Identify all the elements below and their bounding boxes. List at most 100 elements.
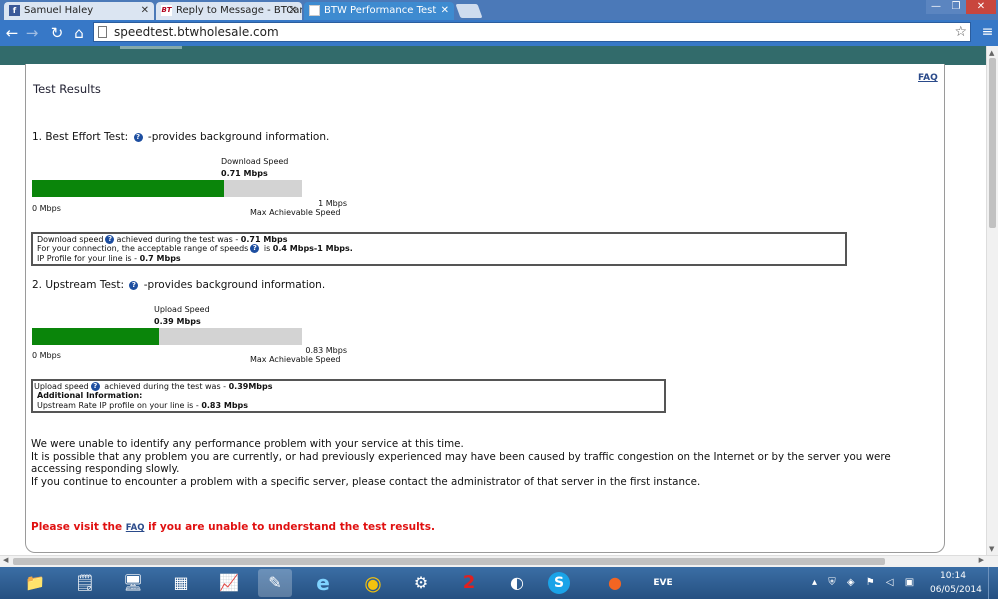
download-min-label: 0 Mbps [32,204,61,213]
clock-time[interactable]: 10:14 [940,571,966,581]
page-icon [309,5,320,16]
clock-date[interactable]: 06/05/2014 [930,585,982,595]
media-player-icon[interactable]: ◐ [500,569,534,597]
monitor-app-icon[interactable]: 📈 [212,569,246,597]
game-2-icon[interactable]: 2 [452,569,486,597]
page-title: Test Results [33,82,101,96]
info-line-upstream-profile: Upstream Rate IP profile on your line is… [34,401,660,410]
info-value: 0.7 Mbps [139,253,181,263]
steam-icon[interactable]: ⚙ [404,569,438,597]
bt-icon: BT [161,5,172,16]
upload-max-label: Max Achievable Speed [250,355,341,364]
horizontal-scrollbar[interactable]: ◀ ▶ [0,555,998,567]
site-header-strip [0,46,986,65]
info-text: is [261,244,273,254]
close-tab-icon[interactable]: ✕ [141,2,149,19]
show-desktop-button[interactable] [988,567,998,599]
close-tab-icon[interactable]: ✕ [289,2,297,19]
control-panel-icon[interactable]: 🖥 [116,569,150,597]
download-speed-bar [32,180,302,197]
upload-speed-bar [32,328,302,345]
url-text: speedtest.btwholesale.com [114,25,279,39]
eve-icon[interactable]: EVE [646,569,680,597]
best-effort-heading: 1. Best Effort Test: ? -provides backgro… [32,131,329,143]
info-line-ip-profile: IP Profile for your line is - 0.7 Mbps [37,254,841,263]
info-heading: Additional Information: [37,391,143,401]
upload-max-value: 0.83 Mbps [305,346,347,355]
close-window-button[interactable]: ✕ [966,0,996,14]
info-value: 0.39Mbps [228,382,273,391]
chrome-icon[interactable]: ◉ [356,569,390,597]
file-explorer-icon[interactable]: 📁 [18,569,52,597]
windows-taskbar: 📁 🗒 🖥 ▦ 📈 ✎ e ◉ ⚙ 2 ◐ S ● EVE ▴ ⛨ ◈ ⚑ ◁ ▣ 10:14 06/05… [0,567,998,599]
download-info-box: Download speed? achieved during the test … [31,232,847,266]
origin-icon[interactable]: ● [598,569,632,597]
upload-speed-value: 0.39 Mbps [154,317,201,326]
scroll-right-arrow-icon[interactable]: ▶ [979,556,984,564]
upload-speed-fill [32,328,159,345]
home-icon[interactable]: ⌂ [70,23,88,43]
tab-samuel-haley[interactable]: f Samuel Haley ✕ [4,2,154,20]
skype-icon[interactable]: S [548,572,570,594]
download-speed-fill [32,180,224,197]
heading-suffix: -provides background information. [143,279,326,291]
reload-icon[interactable]: ↻ [48,23,66,43]
heading-text: 2. Upstream Test: [32,279,125,291]
scroll-left-arrow-icon[interactable]: ◀ [3,556,8,564]
upload-speed-label: Upload Speed [154,305,210,314]
message-line: It is possible that any problem you are … [31,450,891,476]
help-icon[interactable]: ? [250,244,260,254]
internet-explorer-icon[interactable]: e [306,569,340,597]
facebook-icon: f [9,5,20,16]
tab-label: Reply to Message - BTCar [176,5,302,16]
forward-arrow-icon[interactable]: → [23,23,41,43]
heading-text: 1. Best Effort Test: [32,131,129,143]
tab-label: Samuel Haley [24,5,94,16]
back-arrow-icon[interactable]: ← [3,23,21,43]
minimize-button[interactable]: — [926,0,946,14]
scroll-thumb[interactable] [989,58,996,228]
bookmark-star-icon[interactable]: ☆ [954,23,967,41]
info-text: For your connection, the acceptable rang… [37,244,249,254]
upload-min-label: 0 Mbps [32,351,61,360]
upload-info-box: Upload speed? achieved during the test w… [31,379,666,413]
message-line: We were unable to identify any performan… [31,438,464,450]
browser-tab-strip: f Samuel Haley ✕ BT Reply to Message - B… [0,0,998,20]
scroll-up-arrow-icon[interactable]: ▲ [989,49,994,57]
help-icon[interactable]: ? [90,382,100,391]
maximize-button[interactable]: ❐ [946,0,966,14]
info-text: Upstream Rate IP profile on your line is… [37,400,202,410]
upstream-heading: 2. Upstream Test: ? -provides background… [32,279,325,291]
nav-highlight [120,46,182,49]
download-speed-value: 0.71 Mbps [221,169,268,178]
info-line-range: For your connection, the acceptable rang… [37,244,841,254]
info-text: IP Profile for your line is - [37,253,140,263]
browser-menu-icon[interactable]: ≡ [980,24,995,40]
help-icon[interactable]: ? [133,133,143,142]
info-line-additional: Additional Information: [34,391,660,400]
tab-label: BTW Performance Test [324,5,437,16]
info-value: 0.83 Mbps [201,400,249,410]
tab-btw-performance-test[interactable]: BTW Performance Test ✕ [304,2,454,20]
address-bar[interactable]: speedtest.btwholesale.com ☆ [93,22,971,42]
writer-app-icon[interactable]: ✎ [258,569,292,597]
info-text: Upload speed [34,382,89,391]
close-tab-icon[interactable]: ✕ [441,2,449,19]
info-text: achieved during the test was - [116,235,241,244]
faq-link[interactable]: FAQ [918,73,938,83]
scroll-down-arrow-icon[interactable]: ▼ [989,545,994,553]
result-message: We were unable to identify any performan… [31,438,936,488]
tab-reply-to-message[interactable]: BT Reply to Message - BTCar ✕ [156,2,302,20]
download-speed-label: Download Speed [221,157,289,166]
calculator-icon[interactable]: ▦ [164,569,198,597]
help-icon[interactable]: ? [105,235,115,244]
notes-icon[interactable]: 🗒 [68,569,102,597]
system-tray[interactable]: ▴ ⛨ ◈ ⚑ ◁ ▣ [812,567,922,599]
faq-inline-link[interactable]: FAQ [126,523,145,533]
new-tab-button[interactable] [455,4,483,18]
info-value: 0.71 Mbps [240,235,288,244]
help-icon[interactable]: ? [129,281,139,290]
scroll-thumb[interactable] [13,558,885,565]
vertical-scrollbar[interactable]: ▲ ▼ [986,46,998,555]
visit-faq-notice: Please visit the FAQ if you are unable t… [31,521,435,533]
